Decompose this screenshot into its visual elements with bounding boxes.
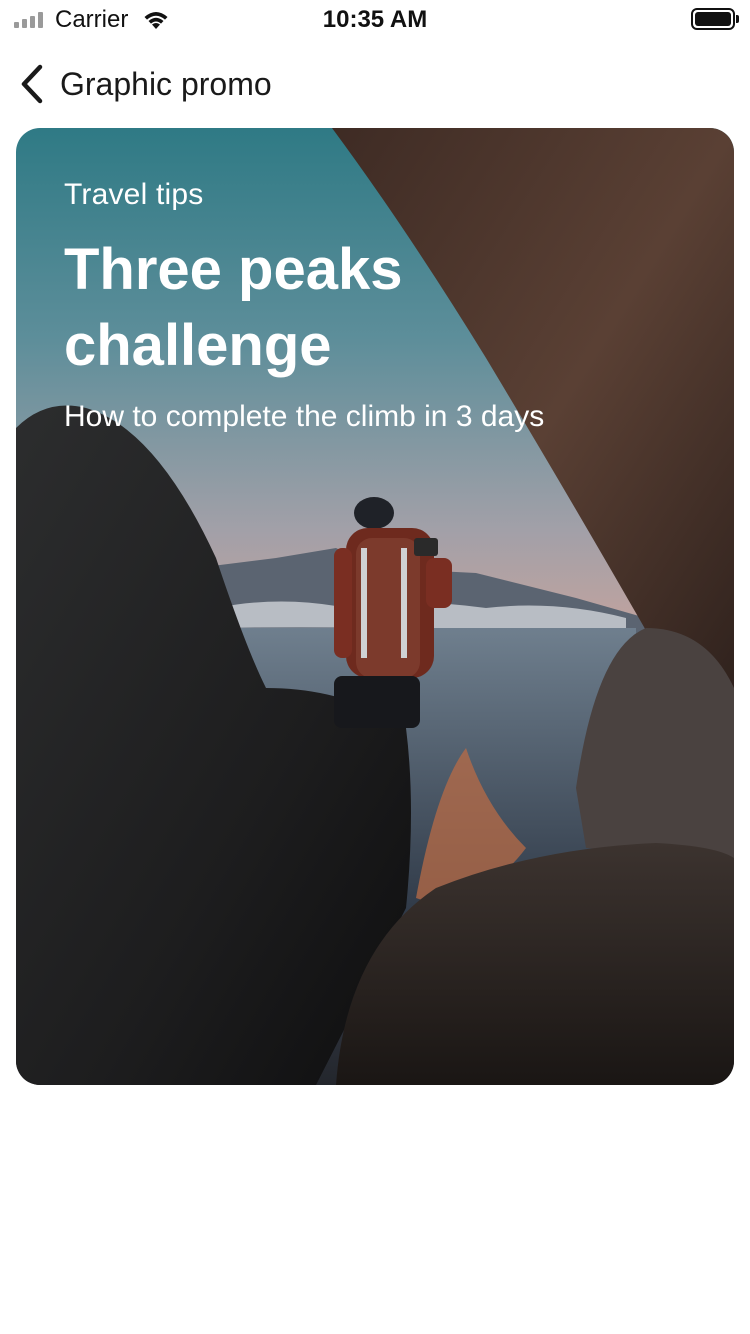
- promo-headline-line: Three peaks: [64, 237, 403, 302]
- status-bar: Carrier 10:35 AM: [0, 0, 750, 40]
- battery-icon: [691, 8, 739, 30]
- status-time: 10:35 AM: [322, 6, 428, 33]
- promo-headline-line: challenge: [64, 313, 332, 378]
- promo-card[interactable]: Travel tips Three peaks challenge How to…: [16, 128, 734, 1085]
- promo-subhead: How to complete the climb in 3 days: [64, 400, 545, 433]
- navigation-bar: Graphic promo: [0, 52, 750, 116]
- promo-eyebrow: Travel tips: [64, 178, 204, 211]
- promo-headline: Three peaks challenge: [64, 232, 684, 384]
- back-button[interactable]: [10, 60, 54, 108]
- page-title: Graphic promo: [60, 66, 272, 102]
- chevron-left-icon: [21, 64, 43, 104]
- promo-text-block: Travel tips Three peaks challenge How to…: [64, 178, 684, 434]
